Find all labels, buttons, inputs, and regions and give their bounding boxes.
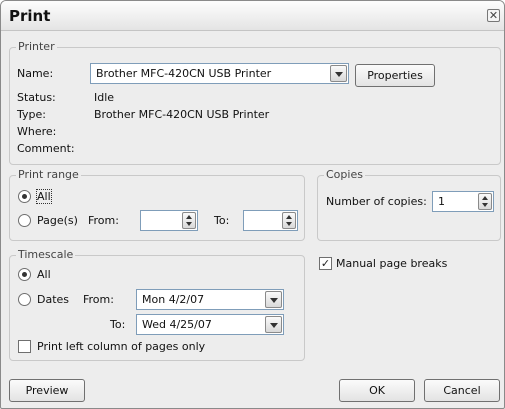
ok-button-label: OK [369,384,385,397]
timescale-from-value: Mon 4/2/07 [142,293,205,306]
print-left-column-checkbox[interactable] [18,340,31,353]
timescale-to-value: Wed 4/25/07 [142,318,212,331]
copies-number-input[interactable]: 1 [432,191,494,212]
print-range-all-label[interactable]: All [36,189,52,204]
print-range-pages-radio[interactable] [18,214,31,227]
print-range-to-input[interactable] [243,210,298,231]
close-icon[interactable]: ✕ [487,9,500,22]
timescale-dates-label[interactable]: Dates [37,293,69,306]
print-range-from-input[interactable] [140,210,198,231]
print-dialog: Print ✕ Printer Name: Brother MFC-420CN … [0,0,505,409]
preview-button[interactable]: Preview [9,379,85,402]
chevron-down-icon[interactable] [265,316,282,333]
status-value: Idle [94,91,115,104]
print-range-group: Print range All Page(s) From: To: [9,168,305,241]
spinner-arrows-icon[interactable] [478,193,492,210]
timescale-all-radio[interactable] [18,268,31,281]
comment-label: Comment: [17,142,75,155]
spinner-arrows-icon[interactable] [182,212,196,229]
printer-name-label: Name: [17,67,54,80]
print-left-column-label[interactable]: Print left column of pages only [37,340,205,353]
manual-page-breaks-checkbox[interactable]: ✓ [319,257,332,270]
copies-legend: Copies [324,168,365,181]
properties-button[interactable]: Properties [355,64,435,87]
timescale-legend: Timescale [16,248,76,261]
type-value: Brother MFC-420CN USB Printer [94,108,270,121]
timescale-to-select[interactable]: Wed 4/25/07 [136,314,284,335]
timescale-from-label: From: [83,293,114,306]
title-bar: Print ✕ [1,1,504,31]
spinner-arrows-icon[interactable] [282,212,296,229]
preview-button-label: Preview [25,384,69,397]
copies-group: Copies Number of copies: 1 [317,168,501,241]
copies-number-label: Number of copies: [326,195,427,208]
timescale-all-label[interactable]: All [37,268,51,281]
dialog-title: Print [9,7,51,25]
status-label: Status: [17,91,56,104]
cancel-button[interactable]: Cancel [424,379,500,402]
printer-name-select[interactable]: Brother MFC-420CN USB Printer [90,63,349,84]
chevron-down-icon[interactable] [330,65,347,82]
timescale-from-select[interactable]: Mon 4/2/07 [136,289,284,310]
ok-button[interactable]: OK [339,379,415,402]
where-label: Where: [17,125,57,138]
print-range-to-label: To: [214,214,230,227]
printer-legend: Printer [16,40,57,53]
print-range-all-radio[interactable] [18,190,31,203]
printer-name-value: Brother MFC-420CN USB Printer [96,67,272,80]
print-range-pages-label[interactable]: Page(s) [37,214,78,227]
print-range-legend: Print range [16,168,81,181]
printer-group: Printer Name: Brother MFC-420CN USB Prin… [9,40,501,165]
copies-number-value: 1 [438,195,445,208]
timescale-to-label: To: [110,318,126,331]
print-range-from-label: From: [88,214,119,227]
properties-button-label: Properties [367,69,423,82]
cancel-button-label: Cancel [443,384,481,397]
type-label: Type: [17,108,46,121]
timescale-group: Timescale All Dates From: Mon 4/2/07 To:… [9,248,305,361]
chevron-down-icon[interactable] [265,291,282,308]
manual-page-breaks-label[interactable]: Manual page breaks [336,257,447,270]
timescale-dates-radio[interactable] [18,293,31,306]
